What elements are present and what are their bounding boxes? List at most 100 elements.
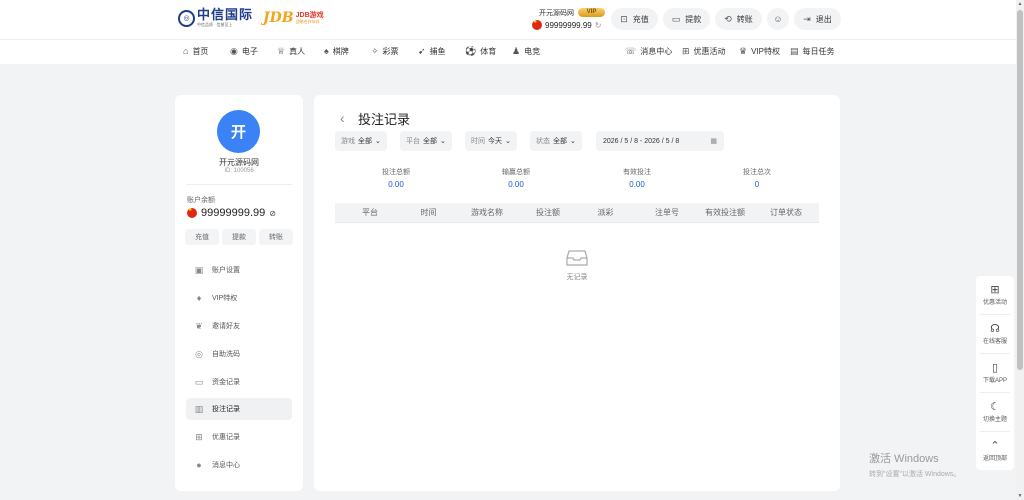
brand-title: 中信国际	[197, 8, 254, 23]
menu-invite[interactable]: ❦ 邀请好友	[186, 315, 292, 337]
stat-bet-count: 投注总次 0	[717, 167, 797, 189]
nav-lottery[interactable]: ✧ 彩票	[371, 40, 399, 62]
column-header: 派彩	[597, 208, 614, 217]
stat-value: 0	[754, 180, 760, 189]
float-download-app[interactable]: ▯ 下载APP	[976, 361, 1014, 384]
brand-slogan: 中信品质 · 信誉至上	[197, 22, 233, 27]
headset-icon: ☊	[990, 323, 1000, 335]
nav-label: 首页	[192, 46, 209, 56]
sidebar-transfer-button[interactable]: 转账	[259, 229, 293, 245]
diamond-icon: ♦	[196, 293, 202, 303]
game-filter[interactable]: 游戏 全部 ⌄	[335, 131, 387, 151]
filter-value: 全部	[423, 138, 437, 145]
scroll-up-icon[interactable]: ▲	[1016, 0, 1024, 8]
float-back-to-top[interactable]: ⌃ 返回顶部	[976, 439, 1014, 462]
user-icon: ☺	[773, 14, 783, 24]
filter-value: 全部	[553, 138, 567, 145]
deposit-button[interactable]: ⊡ 充值	[611, 8, 658, 30]
float-label: 返回顶部	[982, 456, 1007, 462]
lottery-icon: ✧	[371, 45, 379, 56]
balance-label: 账户余额	[187, 197, 215, 204]
back-icon[interactable]: ‹	[340, 110, 345, 126]
nav-promotions[interactable]: ⊞ 优惠活动	[682, 40, 726, 62]
account-balance: 99999999.99	[201, 207, 266, 219]
avatar[interactable]: 开	[217, 110, 260, 153]
brand-logo[interactable]: ◎ 中信国际 中信品质 · 信誉至上	[178, 9, 253, 27]
filter-value: 全部	[358, 138, 372, 145]
stat-label: 输赢总额	[502, 169, 530, 176]
nav-sports[interactable]: ⚽ 体育	[465, 40, 496, 62]
divider	[980, 353, 1010, 354]
scroll-down-icon[interactable]: ▼	[1016, 492, 1024, 500]
transfer-button[interactable]: ⟲ 转账	[715, 8, 762, 30]
divider	[980, 314, 1010, 315]
refresh-icon[interactable]: ↻	[595, 21, 602, 30]
column-header: 投注额	[536, 208, 560, 217]
profile-button[interactable]: ☺	[767, 8, 789, 30]
gift-icon: ⊞	[682, 45, 690, 56]
withdraw-button[interactable]: ▭ 提款	[663, 8, 710, 30]
nav-home[interactable]: ⌂ 首页	[183, 40, 208, 62]
menu-messages[interactable]: ● 消息中心	[186, 454, 292, 476]
chevron-down-icon: ⌄	[375, 138, 381, 145]
logout-button[interactable]: ⇥ 退出	[794, 8, 841, 30]
float-support[interactable]: ☊ 在线客服	[976, 322, 1014, 345]
menu-account-settings[interactable]: ▣ 账户设置	[186, 259, 292, 281]
float-label: 切换主题	[982, 417, 1007, 423]
transfer-label: 转账	[736, 14, 753, 24]
nav-slots[interactable]: ◉ 电子	[230, 40, 258, 62]
deposit-label: 充值	[632, 14, 649, 24]
main-nav: ⌂ 首页 ◉ 电子 ♕ 真人 ♠ 棋牌 ✧ 彩票 ➹ 捕鱼 ⚽ 体育 ♟ 电竞 ☏ 消息中心 ⊞ 优…	[0, 39, 1016, 63]
fish-icon: ➹	[418, 45, 426, 56]
platform-filter[interactable]: 平台 全部 ⌄	[400, 131, 452, 151]
scroll-thumb[interactable]	[1017, 10, 1023, 370]
sidebar-withdraw-button[interactable]: 提款	[222, 229, 256, 245]
menu-vip[interactable]: ♦ VIP特权	[186, 287, 292, 309]
nav-daily-tasks[interactable]: ▤ 每日任务	[790, 40, 835, 62]
column-header: 平台	[362, 208, 378, 217]
china-flag-icon	[187, 207, 197, 218]
status-filter[interactable]: 状态 全部 ⌄	[530, 131, 582, 151]
hide-balance-icon[interactable]: ⊘	[269, 209, 276, 218]
stat-value: 0.00	[629, 180, 645, 189]
vip-icon: ♛	[739, 45, 748, 56]
stat-label: 有效投注	[623, 169, 651, 176]
divider	[980, 392, 1010, 393]
time-filter[interactable]: 时间 今天 ⌄	[465, 131, 517, 151]
filter-label: 游戏	[341, 138, 355, 145]
chip-icon: ◎	[195, 348, 203, 359]
logo-group[interactable]: ◎ 中信国际 中信品质 · 信誉至上 JDB JDB游戏 战略合作伙伴	[178, 9, 324, 27]
nav-fishing[interactable]: ➹ 捕鱼	[418, 40, 446, 62]
float-theme-toggle[interactable]: ☾ 切换主题	[976, 400, 1014, 423]
partner-slogan: 战略合作伙伴	[295, 18, 320, 24]
empty-inbox-icon	[566, 250, 588, 266]
stat-total-bet: 投注总额 0.00	[356, 167, 436, 189]
menu-promo-records[interactable]: ⊞ 优惠记录	[186, 426, 292, 448]
nav-vip[interactable]: ♛ VIP特权	[739, 40, 780, 62]
float-label: 下载APP	[982, 378, 1007, 384]
bet-records-panel: ‹ 投注记录 游戏 全部 ⌄ 平台 全部 ⌄ 时间 今天 ⌄ 状态 全部 ⌄ 2…	[314, 95, 840, 491]
nav-cards[interactable]: ♠ 棋牌	[324, 40, 349, 62]
gift-icon: ⊞	[990, 284, 1000, 296]
id-card-icon: ▣	[194, 264, 204, 275]
stat-value: 0.00	[508, 180, 524, 189]
float-label: 在线客服	[982, 339, 1007, 345]
menu-label: 投注记录	[212, 406, 240, 413]
menu-funds[interactable]: ▭ 资金记录	[186, 371, 292, 393]
date-range-picker[interactable]: 2026 / 5 / 8 - 2026 / 5 / 8 ▦	[596, 131, 724, 151]
menu-rebate[interactable]: ◎ 自助洗码	[186, 343, 292, 365]
nav-esports[interactable]: ♟ 电竞	[512, 40, 540, 62]
wallet-icon: ▭	[194, 376, 204, 387]
table-header: 平台 时间 游戏名称 投注额 派彩 注单号 有效投注额 订单状态	[335, 203, 819, 222]
nav-label: 每日任务	[802, 46, 835, 56]
moon-icon: ☾	[990, 401, 1000, 413]
nav-label: 彩票	[382, 46, 399, 56]
nav-messages[interactable]: ☏ 消息中心	[625, 40, 672, 62]
float-promotions[interactable]: ⊞ 优惠活动	[976, 283, 1014, 306]
sidebar-deposit-button[interactable]: 充值	[185, 229, 219, 245]
stat-total-winloss: 输赢总额 0.00	[476, 167, 556, 189]
menu-bet-records[interactable]: ▥ 投注记录	[186, 398, 292, 420]
chat-icon: ●	[196, 460, 202, 470]
nav-live[interactable]: ♕ 真人	[277, 40, 305, 62]
menu-label: 自助洗码	[212, 351, 240, 358]
